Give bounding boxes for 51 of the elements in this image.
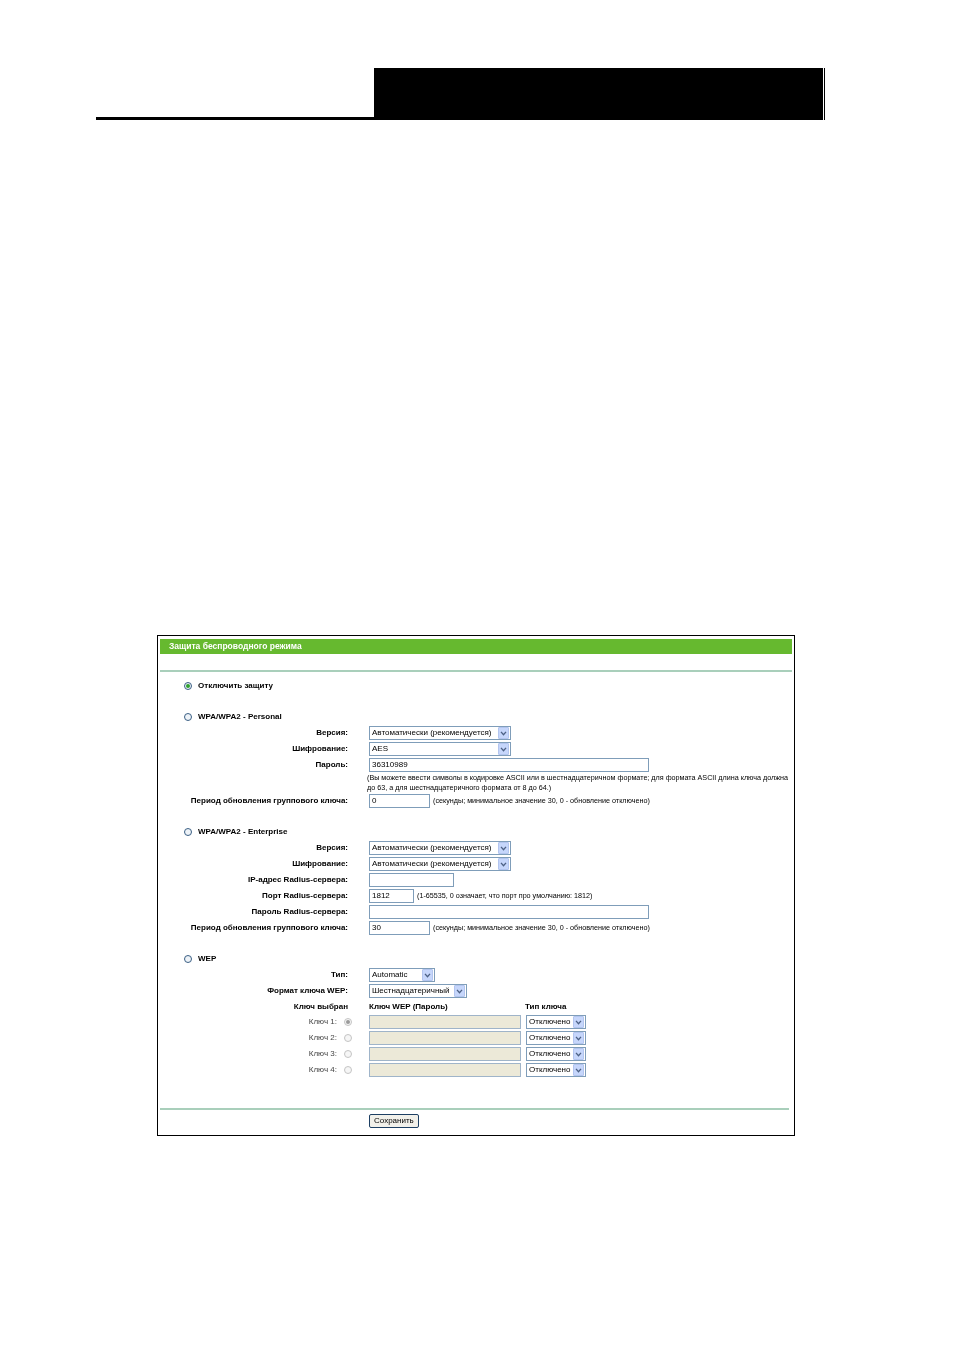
field-label: Пароль Radius-сервера:	[251, 908, 348, 916]
radio-label: Отключить защиту	[198, 682, 274, 690]
field-label: Версия:	[316, 729, 348, 737]
field-label: Тип:	[331, 971, 348, 979]
text-input[interactable]: 36310989	[369, 758, 649, 772]
field-label: Порт Radius-сервера:	[262, 892, 348, 900]
text-input[interactable]: 0	[369, 794, 430, 808]
dropdown[interactable]: Шестнадцатеричный	[369, 984, 467, 998]
key-label: Ключ 4:	[308, 1066, 337, 1074]
dropdown[interactable]: Автоматически (рекомендуется)	[369, 841, 511, 855]
column-header: Ключ выбран	[293, 1002, 348, 1011]
chevron-down-icon	[454, 985, 465, 997]
text-input[interactable]	[369, 905, 649, 919]
panel-title: Защита беспроводного режима	[160, 639, 792, 654]
key-label: Ключ 3:	[308, 1050, 337, 1058]
field-label: Период обновления группового ключа:	[190, 797, 348, 805]
radio-button[interactable]	[184, 682, 192, 690]
field-label: Шифрование:	[292, 860, 348, 868]
chevron-down-icon	[422, 969, 433, 981]
column-header: Ключ WEP (Пароль)	[369, 1002, 448, 1011]
save-button[interactable]: Сохранить	[369, 1114, 419, 1128]
field-label: Версия:	[316, 844, 348, 852]
chevron-down-icon	[498, 842, 509, 854]
chevron-down-icon	[498, 743, 509, 755]
radio-label: WPA/WPA2 - Personal	[198, 713, 282, 721]
chevron-down-icon	[573, 1048, 584, 1060]
column-header: Тип ключа	[525, 1002, 567, 1011]
dropdown[interactable]: Автоматически (рекомендуется)	[369, 857, 511, 871]
field-label: Формат ключа WEP:	[267, 987, 348, 995]
text-input[interactable]	[369, 873, 454, 887]
chevron-down-icon	[573, 1032, 584, 1044]
chevron-down-icon	[498, 858, 509, 870]
field-label: Период обновления группового ключа:	[190, 924, 348, 932]
radio-label: WPA/WPA2 - Enterprise	[198, 828, 288, 836]
text-input[interactable]: 1812	[369, 889, 414, 903]
field-label: IP-адрес Radius-сервера:	[247, 876, 348, 884]
chevron-down-icon	[573, 1064, 584, 1076]
key-label: Ключ 2:	[308, 1034, 337, 1042]
radio-button[interactable]	[184, 713, 192, 721]
chevron-down-icon	[573, 1016, 584, 1028]
radio-label: WEP	[198, 955, 217, 963]
dropdown[interactable]: Автоматически (рекомендуется)	[369, 726, 511, 740]
radio-button[interactable]	[184, 828, 192, 836]
dropdown[interactable]: AES	[369, 742, 511, 756]
text-input[interactable]: 30	[369, 921, 430, 935]
field-label: Пароль:	[315, 761, 348, 769]
chevron-down-icon	[498, 727, 509, 739]
field-label: Шифрование:	[292, 745, 348, 753]
radio-button[interactable]	[184, 955, 192, 963]
dropdown[interactable]: Automatic	[369, 968, 435, 982]
key-label: Ключ 1:	[308, 1018, 337, 1026]
